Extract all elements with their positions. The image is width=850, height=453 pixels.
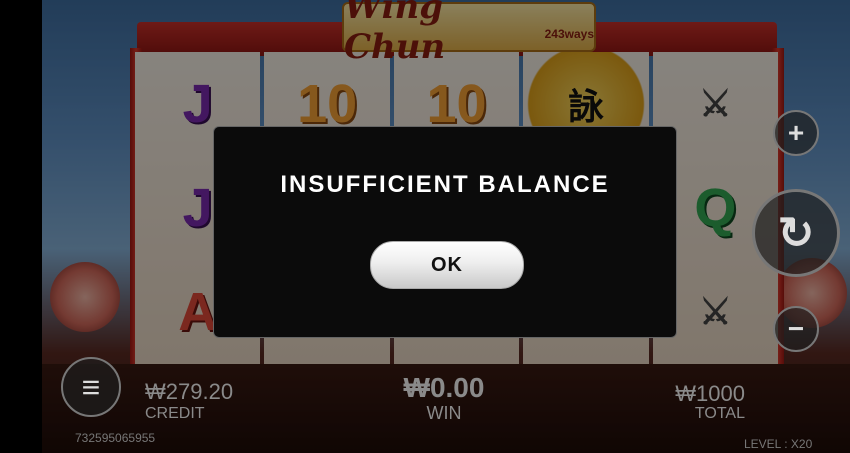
ok-button[interactable]: OK [370, 241, 524, 289]
bet-increase-button[interactable]: + [773, 110, 819, 156]
insufficient-balance-dialog: INSUFFICIENT BALANCE OK [213, 126, 677, 338]
dialog-message: INSUFFICIENT BALANCE [280, 171, 610, 198]
win-label: WIN [426, 403, 462, 423]
plus-icon: + [787, 117, 805, 148]
menu-button[interactable]: ≡ [61, 357, 121, 417]
credit-value: ₩279.20 [145, 379, 234, 404]
spin-icon: ↻ [777, 208, 815, 258]
menu-icon: ≡ [81, 368, 101, 405]
bet-decrease-button[interactable]: − [773, 306, 819, 352]
level-indicator: LEVEL : X20 [744, 437, 813, 451]
win-value: ₩0.00 [403, 372, 485, 403]
session-id: 732595065955 [75, 431, 156, 445]
total-label: TOTAL [694, 405, 745, 422]
spin-button[interactable]: ↻ [752, 189, 840, 277]
credit-label: CREDIT [145, 405, 205, 422]
ok-button-label: OK [431, 253, 463, 276]
minus-icon: − [787, 313, 805, 344]
total-value: ₩1000 [675, 381, 745, 406]
